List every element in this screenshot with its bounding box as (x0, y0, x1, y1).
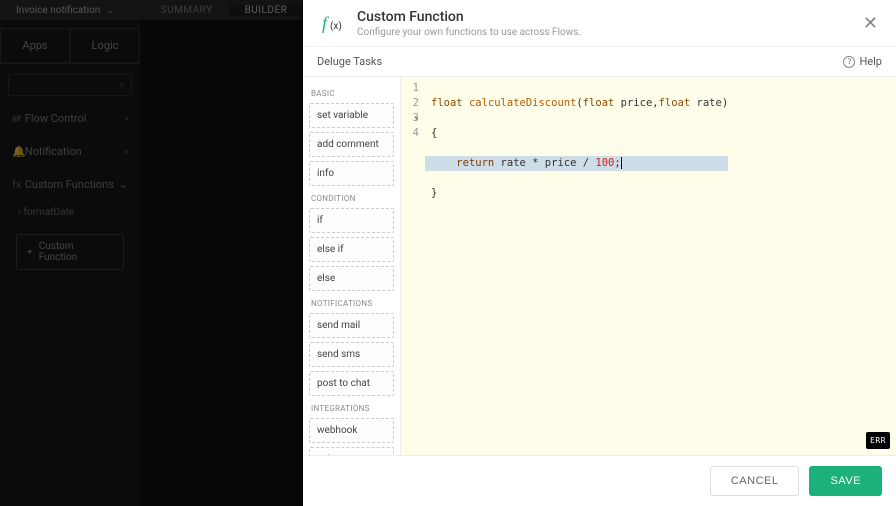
task-item[interactable]: send sms (309, 342, 394, 367)
modal-header: f(x) Custom Function Configure your own … (303, 0, 896, 47)
task-item[interactable]: else (309, 266, 394, 291)
error-badge[interactable]: ERR (866, 432, 890, 449)
close-icon[interactable]: ✕ (859, 9, 882, 38)
task-group-title: NOTIFICATIONS (311, 299, 392, 308)
modal-subtitle: Configure your own functions to use acro… (357, 27, 581, 38)
fx-icon: f(x) (317, 8, 347, 38)
task-item[interactable]: zoho integration (309, 447, 394, 455)
task-item[interactable]: else if (309, 237, 394, 262)
code-editor[interactable]: 1 2 ▾ 3 4 float calculateDiscount(float … (401, 77, 896, 455)
modal-subheader: Deluge Tasks ? Help (303, 47, 896, 77)
task-item[interactable]: set variable (309, 103, 394, 128)
cancel-button[interactable]: CANCEL (710, 466, 800, 496)
task-group-title: INTEGRATIONS (311, 404, 392, 413)
help-link[interactable]: ? Help (843, 55, 882, 68)
text-cursor (621, 157, 622, 169)
svg-text:(x): (x) (330, 20, 342, 32)
save-button[interactable]: SAVE (809, 466, 882, 496)
task-item[interactable]: info (309, 161, 394, 186)
task-group-title: BASIC (311, 89, 392, 98)
tasks-panel: BASIC set variable add comment info CONDITIO… (303, 77, 401, 455)
svg-text:f: f (322, 13, 330, 33)
tasks-label: Deluge Tasks (317, 55, 382, 68)
custom-function-modal: f(x) Custom Function Configure your own … (303, 0, 896, 506)
modal-footer: CANCEL SAVE (303, 455, 896, 506)
gutter: 1 2 ▾ 3 4 (401, 77, 425, 455)
task-item[interactable]: add comment (309, 132, 394, 157)
task-item[interactable]: if (309, 208, 394, 233)
task-item[interactable]: post to chat (309, 371, 394, 396)
task-item[interactable]: webhook (309, 418, 394, 443)
modal-title: Custom Function (357, 9, 581, 25)
help-icon: ? (843, 56, 855, 68)
task-group-title: CONDITION (311, 194, 392, 203)
task-item[interactable]: send mail (309, 313, 394, 338)
code-content[interactable]: float calculateDiscount(float price,floa… (425, 77, 734, 455)
